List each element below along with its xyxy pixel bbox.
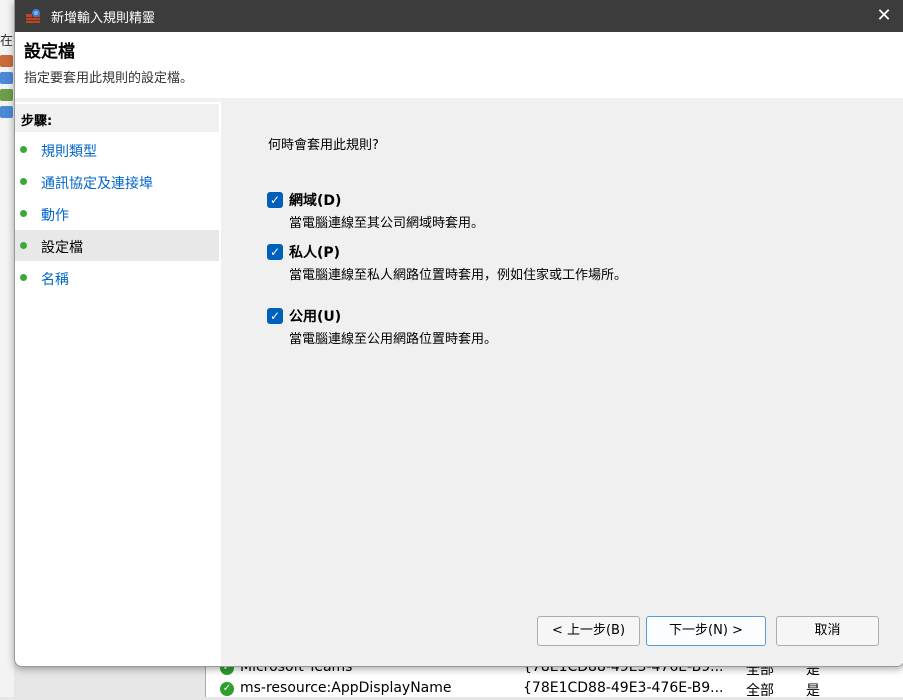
domain-description: 當電腦連線至其公司網域時套用。 — [289, 216, 485, 231]
private-label: 私人(P) — [289, 245, 341, 261]
question-text: 何時會套用此規則? — [268, 138, 379, 153]
private-checkbox[interactable]: ✓ — [267, 244, 283, 260]
rule-enabled: 是 — [806, 683, 820, 699]
step-label: 規則類型 — [41, 144, 97, 160]
step-bullet-icon — [20, 178, 27, 185]
domain-checkbox[interactable]: ✓ — [267, 192, 283, 208]
step-name[interactable]: 名稱 — [15, 262, 219, 293]
steps-sidebar: 步驟: 規則類型 通訊協定及連接埠 動作 設定檔 名稱 — [15, 102, 221, 666]
step-protocol-ports[interactable]: 通訊協定及連接埠 — [15, 166, 219, 197]
step-rule-type[interactable]: 規則類型 — [15, 134, 219, 165]
page-subtitle: 指定要套用此規則的設定檔。 — [24, 71, 194, 86]
background-text-fragment: 在 — [0, 34, 14, 49]
step-bullet-icon — [20, 210, 27, 217]
option-public[interactable]: ✓ 公用(U) 當電腦連線至公用網路位置時套用。 — [267, 306, 887, 350]
step-bullet-icon — [20, 242, 27, 249]
steps-header: 步驟: — [15, 104, 219, 132]
private-description: 當電腦連線至私人網路位置時套用，例如住家或工作場所。 — [289, 268, 628, 283]
firewall-icon — [26, 9, 40, 23]
step-label: 動作 — [41, 208, 69, 224]
step-action[interactable]: 動作 — [15, 198, 219, 229]
enabled-check-icon: ✓ — [220, 682, 234, 696]
page-title: 設定檔 — [24, 42, 75, 62]
public-label: 公用(U) — [289, 309, 342, 325]
window-title: 新增輸入規則精靈 — [51, 11, 156, 26]
step-label: 名稱 — [41, 272, 69, 288]
background-icon — [0, 55, 13, 67]
main-panel: 何時會套用此規則? ✓ 網域(D) 當電腦連線至其公司網域時套用。 ✓ 私人(P… — [223, 102, 903, 666]
rule-profile: 全部 — [746, 683, 774, 699]
public-description: 當電腦連線至公用網路位置時套用。 — [289, 332, 498, 347]
background-icon — [0, 106, 13, 118]
steps-label: 步驟: — [21, 114, 53, 129]
option-private[interactable]: ✓ 私人(P) 當電腦連線至私人網路位置時套用，例如住家或工作場所。 — [267, 242, 887, 286]
rule-group: {78E1CD88-49E3-476E-B9... — [523, 680, 724, 696]
background-icon — [0, 72, 13, 84]
step-bullet-icon — [20, 274, 27, 281]
new-inbound-rule-wizard: 新增輸入規則精靈 ✕ 設定檔 指定要套用此規則的設定檔。 步驟: 規則類型 通訊… — [14, 0, 903, 667]
step-bullet-icon — [20, 146, 27, 153]
domain-label: 網域(D) — [289, 193, 342, 209]
public-checkbox[interactable]: ✓ — [267, 308, 283, 324]
option-domain[interactable]: ✓ 網域(D) 當電腦連線至其公司網域時套用。 — [267, 190, 887, 234]
next-button[interactable]: 下一步(N) > — [646, 616, 766, 646]
cancel-button[interactable]: 取消 — [776, 616, 879, 646]
close-button[interactable]: ✕ — [864, 0, 903, 32]
page-header: 設定檔 指定要套用此規則的設定檔。 — [15, 32, 903, 98]
title-bar[interactable]: 新增輸入規則精靈 ✕ — [15, 0, 903, 32]
background-rule-row[interactable]: ✓ ms-resource:AppDisplayName {78E1CD88-4… — [206, 680, 903, 699]
rule-name: ms-resource:AppDisplayName — [240, 680, 452, 696]
step-label: 設定檔 — [41, 240, 83, 256]
background-icon — [0, 89, 13, 101]
step-label: 通訊協定及連接埠 — [41, 176, 153, 192]
back-button[interactable]: < 上一步(B) — [537, 616, 640, 646]
background-app-edge: 在 — [0, 0, 14, 697]
step-profile[interactable]: 設定檔 — [15, 230, 219, 261]
